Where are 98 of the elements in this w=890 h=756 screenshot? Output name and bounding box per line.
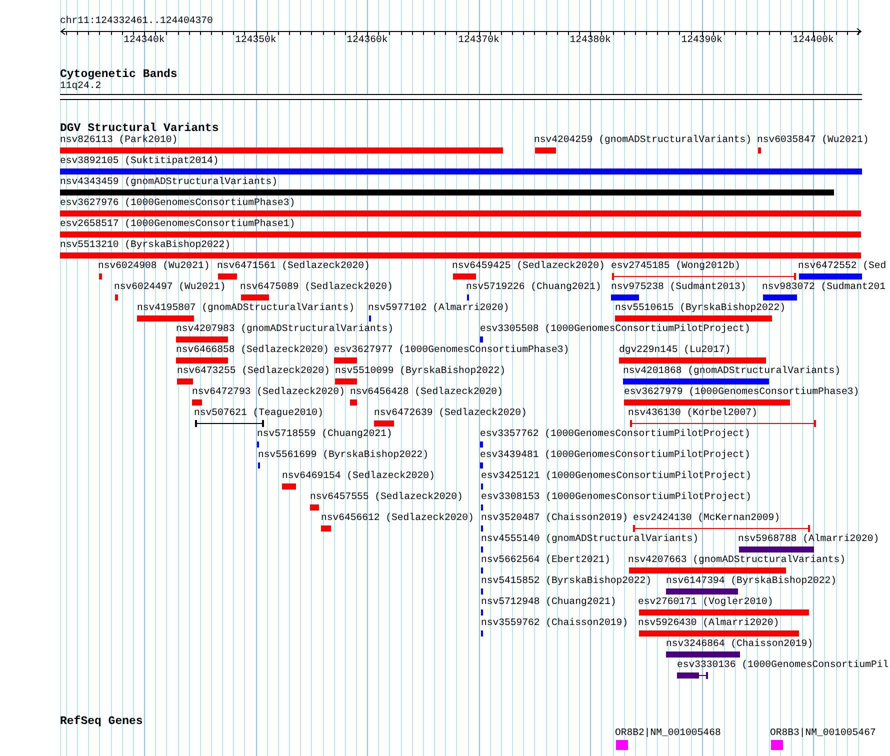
track-title: RefSeq Genes — [60, 715, 143, 729]
variant-label: nsv5926430 (Almarri2020) — [638, 617, 780, 629]
gene-label: OR8B3|NM_001005467 — [770, 727, 876, 739]
variant-bar[interactable] — [481, 504, 484, 511]
variant-bar[interactable] — [480, 336, 484, 343]
tick-label: 124340k — [124, 34, 165, 46]
variant-label: esv3892105 (Suktitipat2014) — [60, 155, 219, 167]
variant-bar[interactable] — [799, 273, 863, 280]
variant-label: nsv6459425 (Sedlazeck2020) — [452, 260, 605, 272]
variant-bar[interactable] — [623, 378, 770, 385]
variant-bar[interactable] — [258, 462, 261, 469]
variant-label: nsv4555140 (gnomADStructuralVariants) — [481, 533, 699, 545]
variant-label: esv3627979 (1000GenomesConsortiumPhase3) — [624, 386, 860, 398]
variant-label: esv3357762 (1000GenomesConsortiumPilotProject) — [480, 428, 750, 440]
variant-label: esv2424130 (McKernan2009) — [633, 512, 780, 524]
variant-bar[interactable] — [60, 168, 863, 175]
variant-label: nsv6456428 (Sedlazeck2020) — [350, 386, 503, 398]
variant-bar[interactable] — [481, 609, 484, 616]
variant-label: nsv3246864 (Chaisson2019) — [666, 638, 813, 650]
variant-label: nsv4195807 (gnomADStructuralVariants) — [137, 302, 355, 314]
tick-label: 124380k — [570, 34, 611, 46]
variant-label: nsv4204259 (gnomADStructuralVariants) — [534, 134, 752, 146]
tick-label: 124360k — [346, 34, 388, 46]
variant-bar[interactable] — [60, 189, 835, 196]
track-title: DGV Structural Variants — [60, 122, 219, 135]
variant-label: nsv436130 (Korbel2007) — [628, 407, 758, 419]
variant-label: esv3627976 (1000GenomesConsortiumPhase3) — [60, 197, 296, 209]
variant-label: nsv6035847 (Wu2021) — [757, 134, 869, 146]
variant-label: nsv826113 (Park2010) — [60, 134, 178, 146]
variant-label: nsv6456612 (Sedlazeck2020) — [321, 512, 474, 524]
variant-label: nsv5719226 (Chuang2021) — [466, 281, 602, 293]
variant-bar[interactable] — [763, 294, 798, 301]
variant-span[interactable] — [195, 420, 264, 427]
variant-bar[interactable] — [481, 567, 484, 574]
variant-label: nsv5561699 (ByrskaBishop2022) — [258, 449, 428, 461]
variant-label: nsv5977102 (Almarri2020) — [368, 302, 510, 314]
variant-label: esv2658517 (1000GenomesConsortiumPhase1) — [60, 218, 296, 230]
variant-label: nsv4207983 (gnomADStructuralVariants) — [176, 323, 394, 335]
variant-bar[interactable] — [481, 525, 484, 532]
variant-label: nsv6472793 (Sedlazeck2020) — [192, 386, 345, 398]
tick-label: 124350k — [235, 34, 276, 46]
variant-label: nsv6466858 (Sedlazeck2020) — [176, 344, 329, 356]
variant-label: nsv5712948 (Chuang2021) — [481, 596, 616, 608]
variant-label: nsv4343459 (gnomADStructuralVariants) — [60, 176, 278, 188]
variant-label: esv2760171 (Vogler2010) — [638, 596, 774, 608]
band-label: 11q24.2 — [60, 80, 102, 92]
tick-label: 124370k — [458, 34, 500, 46]
variant-label: nsv6473255 (Sedlazeck2020) — [177, 365, 330, 377]
variant-label: nsv3559762 (Chaisson2019) — [481, 617, 628, 629]
variant-label: nsv5415852 (ByrskaBishop2022) — [481, 575, 652, 587]
variant-label: nsv5510099 (ByrskaBishop2022) — [335, 365, 506, 377]
variant-label: esv3425121 (1000GenomesConsortiumPilotProject) — [481, 470, 752, 482]
variant-label: nsv6472639 (Sedlazeck2020) — [374, 407, 527, 419]
locus-label: chr11:124332461..124404370 — [60, 15, 213, 27]
variant-bar[interactable] — [257, 441, 260, 448]
variant-bar[interactable] — [666, 651, 741, 658]
variant-label: nsv6475089 (Sedlazeck2020) — [240, 281, 393, 293]
variant-bar[interactable] — [739, 546, 815, 553]
variant-bar[interactable] — [481, 630, 484, 637]
variant-label: esv3305508 (1000GenomesConsortiumPilotProject) — [480, 323, 750, 335]
variant-bar[interactable] — [481, 483, 484, 490]
variant-label: nsv6024497 (Wu2021) — [114, 281, 226, 293]
tick-label: 124400k — [792, 34, 834, 46]
variant-label: nsv975238 (Sudmant2013) — [611, 281, 746, 293]
variant-label: nsv3520487 (Chaisson2019) — [481, 512, 628, 524]
variant-bar[interactable] — [480, 441, 484, 448]
variant-label: nsv5510615 (ByrskaBishop2022) — [615, 302, 786, 314]
variant-bar[interactable] — [666, 588, 739, 595]
variant-label: nsv507621 (Teague2010) — [194, 407, 324, 419]
variant-bar[interactable] — [481, 588, 484, 595]
variant-label: nsv4207663 (gnomADStructuralVariants) — [628, 554, 846, 566]
variant-span[interactable] — [677, 672, 708, 679]
variant-label: nsv6472552 (Sed — [798, 260, 886, 272]
variant-label: esv3330136 (1000GenomesConsortiumPil — [677, 659, 889, 671]
variant-label: esv3627977 (1000GenomesConsortiumPhase3) — [334, 344, 570, 356]
variant-label: nsv6457555 (Sedlazeck2020) — [310, 491, 463, 503]
variant-label: nsv6471561 (Sedlazeck2020) — [217, 260, 370, 272]
variant-bar[interactable] — [611, 294, 640, 301]
tick-label: 124390k — [681, 34, 722, 46]
variant-label: esv2745185 (Wong2012b) — [611, 260, 740, 272]
variant-label: nsv5718559 (Chuang2021) — [257, 428, 392, 440]
variant-label: nsv5513210 (ByrskaBishop2022) — [60, 239, 230, 251]
variant-label: nsv5662564 (Ebert2021) — [481, 554, 610, 566]
variant-bar[interactable] — [369, 315, 372, 322]
variant-label: nsv6024908 (Wu2021) — [98, 260, 210, 272]
variant-label: nsv6469154 (Sedlazeck2020) — [282, 470, 435, 482]
variant-label: nsv4201868 (gnomADStructuralVariants) — [623, 365, 841, 377]
variant-label: esv3439481 (1000GenomesConsortiumPilotProject) — [480, 449, 750, 461]
variant-label: nsv5968788 (Almarri2020) — [738, 533, 880, 545]
variant-label: nsv983072 (Sudmant201 — [762, 281, 886, 293]
variant-label: esv3308153 (1000GenomesConsortiumPilotProject) — [481, 491, 752, 503]
variant-bar[interactable] — [481, 546, 484, 553]
track-title: Cytogenetic Bands — [60, 68, 178, 82]
variant-bar[interactable] — [467, 294, 470, 301]
variant-bar[interactable] — [480, 462, 484, 469]
variant-label: nsv6147394 (ByrskaBishop2022) — [666, 575, 836, 587]
variant-label: dgv229n145 (Lu2017) — [619, 344, 731, 356]
gene-label: OR8B2|NM_001005468 — [615, 727, 721, 739]
